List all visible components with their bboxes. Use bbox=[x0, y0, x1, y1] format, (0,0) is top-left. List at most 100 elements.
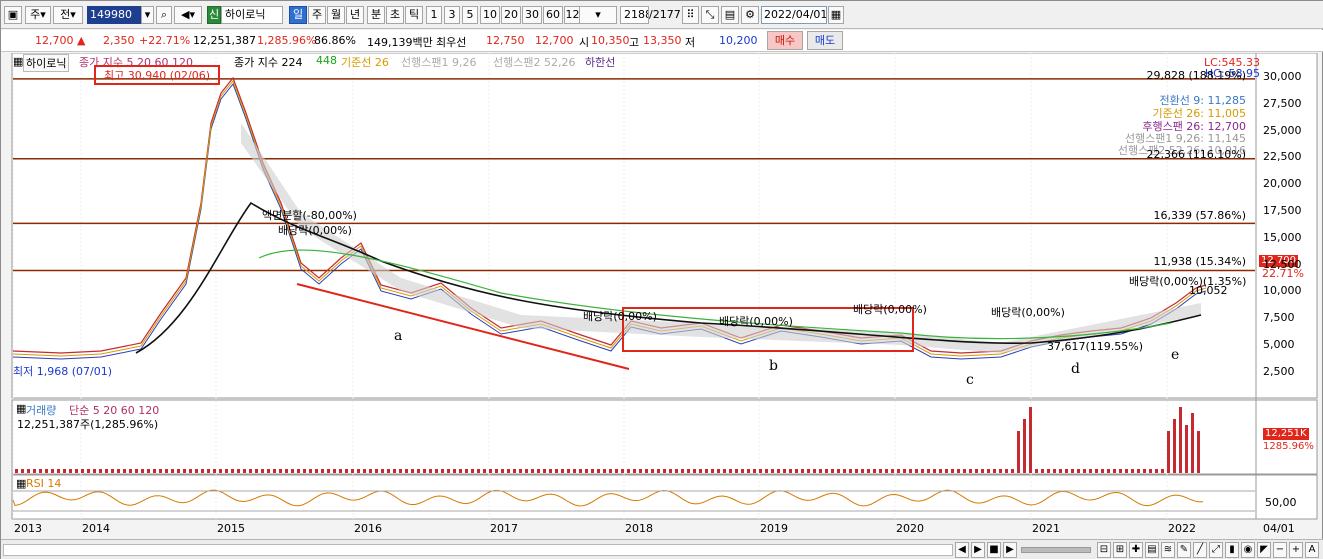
view-icon[interactable]: ◉ bbox=[1241, 542, 1255, 558]
lagging-annotation: 37,617(119.55%) bbox=[1047, 340, 1144, 353]
volume-bar bbox=[1161, 469, 1164, 473]
level-label: 16,339 (57.86%) bbox=[1153, 209, 1246, 222]
volume-bar bbox=[45, 469, 48, 473]
base-line-legend[interactable]: 기준선 26 bbox=[341, 54, 389, 70]
volume-bar bbox=[453, 469, 456, 473]
scroll-track[interactable] bbox=[3, 544, 953, 556]
span1-legend[interactable]: 선행스팬1 9,26 bbox=[401, 54, 476, 70]
volume-bar bbox=[135, 469, 138, 473]
zoom-out-icon[interactable]: ⊟ bbox=[1097, 542, 1111, 558]
scroll-prev-icon[interactable]: ▶ bbox=[971, 542, 985, 558]
volume-bar bbox=[261, 469, 264, 473]
volume-bar bbox=[147, 469, 150, 473]
volume-bar bbox=[861, 469, 864, 473]
volume-bar bbox=[1077, 469, 1080, 473]
all-time-high-box: 최고 30,940 (02/06) bbox=[94, 65, 221, 85]
volume-bar bbox=[483, 469, 486, 473]
stock-name-field[interactable]: 하이로닉 bbox=[221, 6, 283, 24]
stock-code-input[interactable]: 149980 bbox=[87, 6, 141, 24]
line-icon[interactable]: ╱ bbox=[1193, 542, 1207, 558]
volume-bar bbox=[1131, 469, 1134, 473]
period-minute-button[interactable]: 분 bbox=[367, 6, 385, 24]
stock-legend[interactable]: 하이로닉 bbox=[23, 54, 70, 72]
scroll-bar[interactable]: ◀ ▶ ■ ▶ ⊟ ⊞ ✚ ▤ ≋ ✎ ╱ ⤢ ▮ ◉ ◤ − + A bbox=[1, 539, 1323, 559]
period-select[interactable]: 주▾ bbox=[25, 6, 51, 24]
rsi-settings-icon[interactable]: ▦ bbox=[16, 477, 26, 490]
time-axis-tick: 2021 bbox=[1032, 522, 1060, 535]
interval-60-button[interactable]: 60 bbox=[543, 6, 563, 24]
prev-button[interactable]: 전▾ bbox=[53, 6, 83, 24]
grid-icon[interactable]: ⠿ bbox=[682, 6, 699, 24]
draw-icon[interactable]: ✎ bbox=[1177, 542, 1191, 558]
scroll-next-icon[interactable]: ▶ bbox=[1003, 542, 1017, 558]
scroll-first-icon[interactable]: ◀ bbox=[955, 542, 969, 558]
volume-bar bbox=[789, 469, 792, 473]
volume-bar bbox=[759, 469, 762, 473]
crosshair-icon[interactable]: ✚ bbox=[1129, 542, 1143, 558]
font-decrease-icon[interactable]: − bbox=[1273, 542, 1287, 558]
sound-icon[interactable]: ◀▾ bbox=[174, 6, 202, 24]
pattern-label-e: e bbox=[1171, 347, 1180, 363]
zoom-fit-icon[interactable]: ⊞ bbox=[1113, 542, 1127, 558]
tool-icon[interactable]: ⤡ bbox=[701, 6, 719, 24]
save-icon[interactable]: ▤ bbox=[721, 6, 739, 24]
volume-bar bbox=[525, 469, 528, 473]
volume-bar bbox=[1113, 469, 1116, 473]
dividend-annotation: 배당락(0,00%) bbox=[278, 224, 352, 237]
price-chart-canvas[interactable] bbox=[1, 53, 1323, 539]
trend-icon[interactable]: ⤢ bbox=[1209, 542, 1223, 558]
interval-20-button[interactable]: 20 bbox=[501, 6, 521, 24]
rsi-title[interactable]: RSI 14 bbox=[26, 477, 61, 490]
chart-icon[interactable]: ≋ bbox=[1161, 542, 1175, 558]
code-dropdown-icon[interactable]: ▾ bbox=[141, 6, 154, 24]
settings-icon[interactable]: ⚙ bbox=[741, 6, 759, 24]
best-bid: 12,700 bbox=[535, 34, 574, 47]
period-week-button[interactable]: 주 bbox=[308, 6, 326, 24]
volume-bar bbox=[855, 469, 858, 473]
period-second-button[interactable]: 초 bbox=[386, 6, 404, 24]
volume-bar bbox=[387, 469, 390, 473]
volume-bar bbox=[297, 469, 300, 473]
font-icon[interactable]: A bbox=[1305, 542, 1319, 558]
time-axis-tick: 2018 bbox=[625, 522, 653, 535]
lower-band-legend[interactable]: 하한선 bbox=[585, 54, 615, 70]
volume-bar bbox=[891, 469, 894, 473]
custom-interval-select[interactable]: ▾ bbox=[579, 6, 617, 24]
search-icon[interactable]: ⌕ bbox=[156, 6, 172, 24]
interval-5-button[interactable]: 5 bbox=[462, 6, 478, 24]
interval-3-button[interactable]: 3 bbox=[444, 6, 460, 24]
sell-button[interactable]: 매도 bbox=[807, 31, 843, 50]
period-month-button[interactable]: 월 bbox=[327, 6, 345, 24]
interval-10-button[interactable]: 10 bbox=[480, 6, 500, 24]
period-year-button[interactable]: 년 bbox=[346, 6, 364, 24]
stop-icon[interactable]: ■ bbox=[987, 542, 1001, 558]
volume-bar bbox=[651, 469, 654, 473]
volume-bar bbox=[423, 469, 426, 473]
volume-settings-icon[interactable]: ▦ bbox=[16, 402, 26, 415]
bar-icon[interactable]: ▮ bbox=[1225, 542, 1239, 558]
buy-button[interactable]: 매수 bbox=[767, 31, 803, 50]
print-icon[interactable]: ▤ bbox=[1145, 542, 1159, 558]
ma448-legend[interactable]: 448 bbox=[316, 54, 337, 67]
period-tick-button[interactable]: 틱 bbox=[405, 6, 423, 24]
layout-icon[interactable]: ▣ bbox=[4, 6, 22, 24]
font-increase-icon[interactable]: + bbox=[1289, 542, 1303, 558]
ma224-legend[interactable]: 종가 지수 224 bbox=[234, 54, 302, 70]
date-input[interactable]: 2022/04/01 bbox=[761, 6, 827, 24]
span2-legend[interactable]: 선행스팬2 52,26 bbox=[493, 54, 575, 70]
volume-bar bbox=[531, 469, 534, 473]
volume-bar bbox=[513, 469, 516, 473]
interval-1-button[interactable]: 1 bbox=[426, 6, 442, 24]
interval-30-button[interactable]: 30 bbox=[522, 6, 542, 24]
price-axis-tick: 22,500 bbox=[1263, 150, 1302, 164]
volume-bar bbox=[909, 469, 912, 473]
period-day-button[interactable]: 일 bbox=[289, 6, 307, 24]
volume-bar bbox=[1041, 469, 1044, 473]
volume-bar bbox=[747, 469, 750, 473]
calendar-icon[interactable]: ▦ bbox=[828, 6, 844, 24]
data-count-input[interactable]: 2188 bbox=[620, 6, 649, 24]
settings-icon[interactable]: ▦ bbox=[13, 55, 23, 68]
volume-bar bbox=[705, 469, 708, 473]
zoom-slider[interactable] bbox=[1021, 547, 1091, 553]
expand-icon[interactable]: ◤ bbox=[1257, 542, 1271, 558]
